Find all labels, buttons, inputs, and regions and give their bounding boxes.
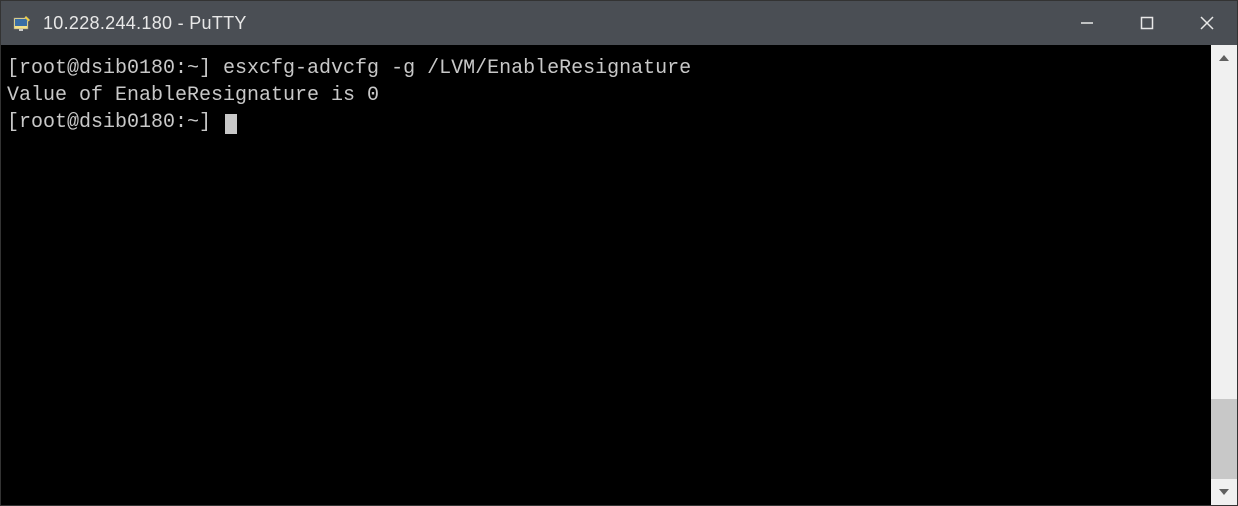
- close-button[interactable]: [1177, 1, 1237, 45]
- terminal-prompt-line: [root@dsib0180:~]: [7, 109, 1211, 136]
- maximize-button[interactable]: [1117, 1, 1177, 45]
- terminal-cursor: [225, 114, 237, 134]
- maximize-icon: [1140, 16, 1154, 30]
- window-title: 10.228.244.180 - PuTTY: [43, 13, 1057, 34]
- chevron-up-icon: [1219, 55, 1229, 61]
- terminal-line: Value of EnableResignature is 0: [7, 82, 1211, 109]
- terminal[interactable]: [root@dsib0180:~] esxcfg-advcfg -g /LVM/…: [1, 45, 1211, 505]
- chevron-down-icon: [1219, 489, 1229, 495]
- minimize-icon: [1080, 16, 1094, 30]
- scrollbar-up-button[interactable]: [1211, 45, 1237, 71]
- putty-window: 10.228.244.180 - PuTTY [root@dsib0180:~]: [0, 0, 1238, 506]
- terminal-line: [root@dsib0180:~] esxcfg-advcfg -g /LVM/…: [7, 55, 1211, 82]
- scrollbar-down-button[interactable]: [1211, 479, 1237, 505]
- window-controls: [1057, 1, 1237, 45]
- minimize-button[interactable]: [1057, 1, 1117, 45]
- titlebar[interactable]: 10.228.244.180 - PuTTY: [1, 1, 1237, 45]
- content-area: [root@dsib0180:~] esxcfg-advcfg -g /LVM/…: [1, 45, 1237, 505]
- scrollbar[interactable]: [1211, 45, 1237, 505]
- scrollbar-track[interactable]: [1211, 71, 1237, 479]
- terminal-prompt: [root@dsib0180:~]: [7, 111, 223, 134]
- close-icon: [1200, 16, 1214, 30]
- scrollbar-thumb[interactable]: [1211, 399, 1237, 479]
- putty-icon: [11, 12, 33, 34]
